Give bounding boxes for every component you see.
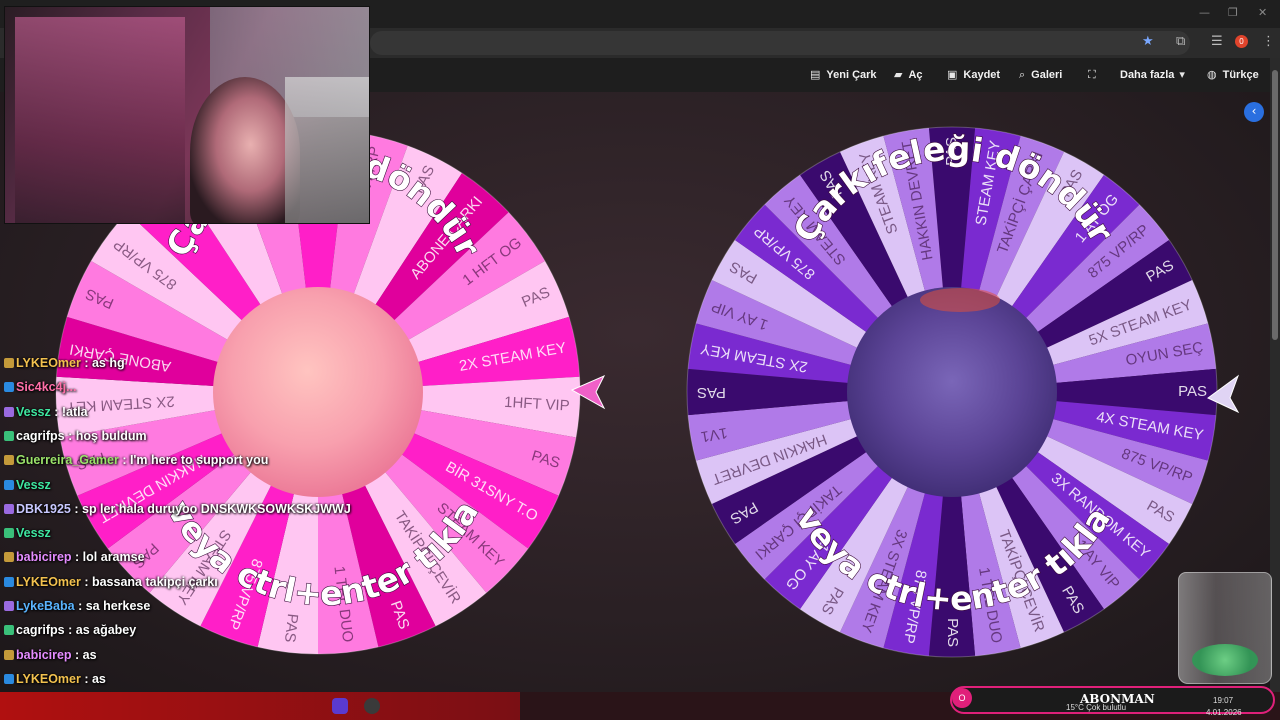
chat-badge-icon	[4, 673, 14, 684]
chat-badge-icon	[4, 601, 14, 611]
chat-message: LYKEOmer : as	[4, 672, 106, 692]
chat-username: Vessz	[16, 526, 51, 541]
chat-message: LYKEOmer : bassana takipçi çarkı	[4, 575, 218, 595]
chat-text: : as hg	[80, 356, 125, 370]
chat-username: babicirep	[16, 550, 72, 565]
chat-badge-icon	[4, 430, 14, 441]
right-wheel-segment-label: PAS	[1178, 383, 1207, 400]
chat-username: DBK1925	[16, 501, 71, 516]
chat-text: : I'm here to support you	[118, 453, 269, 468]
cup-contents	[1192, 644, 1258, 676]
taskbar-stream-banner	[0, 692, 520, 720]
chat-username: Vessz	[16, 477, 51, 492]
chat-username: LYKEOmer	[16, 356, 81, 370]
chat-message: Guerreira_Gamer : I'm here to support yo…	[4, 453, 268, 473]
chat-message: cagrifps : hoş buldum	[4, 429, 147, 449]
chat-text: : sa herkese	[74, 599, 151, 613]
right-wheel-segment-label: PAS	[697, 384, 726, 401]
clock-date: 4.01.2026	[1206, 708, 1242, 717]
chat-message: LYKEOmer : as hg	[4, 356, 125, 376]
chat-badge-icon	[4, 382, 14, 393]
chat-username: Sic4kc4j...	[16, 380, 77, 395]
obs-icon[interactable]	[364, 698, 380, 714]
chat-badge-icon	[4, 406, 14, 417]
chat-message: Vessz	[4, 526, 51, 546]
chat-message: babicirep : as	[4, 648, 97, 668]
chat-username: cagrifps	[16, 428, 65, 443]
left-wheel-segment-label: PAS	[281, 613, 301, 644]
right-wheel-segment-label: PAS	[944, 618, 961, 647]
chat-message: LykeBaba : sa herkese	[4, 599, 150, 619]
chat-badge-icon	[4, 625, 14, 636]
weather-text: 15°C Çok bulutlu	[1066, 703, 1127, 712]
hub-highlight	[920, 288, 1000, 312]
chat-badge-icon	[4, 649, 14, 660]
chat-message: DBK1925 : sp ler hala duruyoo DNSKWKSOWK…	[4, 502, 351, 522]
webcam-chair	[285, 77, 369, 223]
chat-text: : as	[71, 647, 97, 662]
streamer-logo-icon: O	[952, 688, 972, 708]
chat-username: LykeBaba	[16, 599, 75, 613]
chat-text: : !atla	[50, 404, 88, 419]
chat-badge-icon	[4, 528, 14, 539]
webcam-person	[190, 77, 300, 223]
chat-username: LYKEOmer	[16, 574, 81, 589]
chat-username: cagrifps	[16, 623, 65, 638]
chat-message: babicirep : lol aramse	[4, 550, 145, 570]
chat-message: Vessz	[4, 478, 51, 498]
chat-badge-icon	[4, 576, 14, 587]
chat-badge-icon	[4, 552, 14, 563]
chat-username: babicirep	[16, 647, 72, 662]
chat-badge-icon	[4, 503, 14, 514]
chat-badge-icon	[4, 479, 14, 490]
chat-text: : as ağabey	[64, 623, 137, 638]
chat-message: Sic4kc4j...	[4, 380, 76, 400]
chat-badge-icon	[4, 455, 14, 466]
chat-username: Vessz	[16, 404, 51, 419]
chat-message: Vessz : !atla	[4, 405, 88, 425]
webcam-shelf	[15, 17, 185, 223]
chat-text: : bassana takipçi çarkı	[80, 574, 218, 589]
webcam-overlay	[4, 6, 370, 224]
chat-username: LYKEOmer	[16, 671, 81, 686]
clock-time: 19:07	[1213, 696, 1234, 705]
chat-username: Guerreira_Gamer	[16, 453, 119, 468]
chat-message: cagrifps : as ağabey	[4, 623, 136, 643]
chat-text: : as	[80, 671, 106, 686]
discord-icon[interactable]	[332, 698, 348, 714]
chat-text: : lol aramse	[71, 550, 145, 565]
chat-badge-icon	[4, 358, 14, 368]
right-wheel-hub[interactable]	[847, 287, 1057, 497]
chat-text: : hoş buldum	[64, 428, 147, 443]
chat-text: : sp ler hala duruyoo DNSKWKSOWKSKJWWJ	[70, 501, 351, 516]
